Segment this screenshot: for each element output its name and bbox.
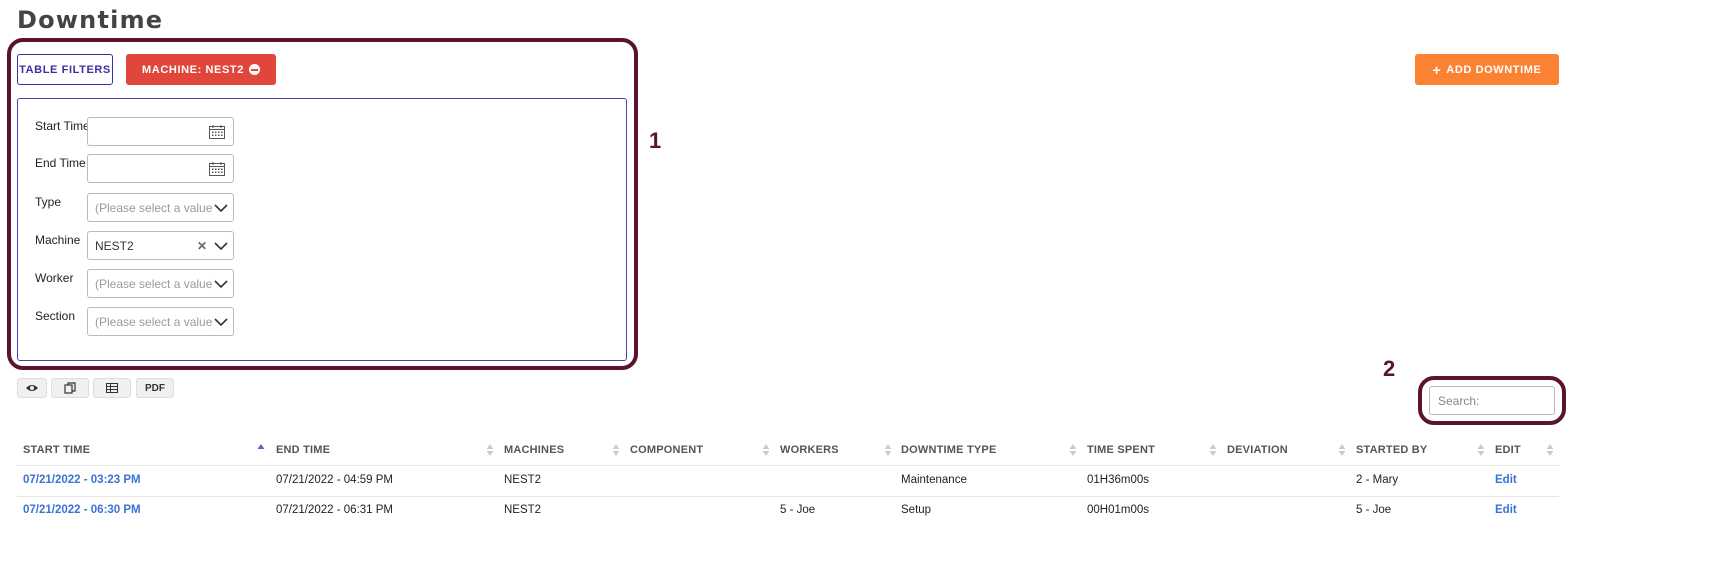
column-header-deviation[interactable]: DEVIATION xyxy=(1227,444,1288,456)
section-label: Section xyxy=(35,309,76,323)
add-downtime-label: ADD DOWNTIME xyxy=(1446,63,1542,76)
column-header-start-time[interactable]: START TIME xyxy=(23,444,90,456)
sort-arrows-icon[interactable] xyxy=(486,443,494,457)
plus-icon: + xyxy=(1432,61,1442,78)
end-time-label: End Time xyxy=(35,156,86,170)
column-header-downtime-type[interactable]: DOWNTIME TYPE xyxy=(901,444,997,456)
machine-filter-chip-label: MACHINE: NEST2 xyxy=(142,63,244,76)
row-divider xyxy=(17,496,1559,497)
minus-circle-icon[interactable] xyxy=(248,64,260,75)
table-filters-button[interactable]: TABLE FILTERS xyxy=(17,54,113,85)
row-2-downtime-type: Setup xyxy=(901,504,932,516)
column-header-component[interactable]: COMPONENT xyxy=(630,444,703,456)
type-label: Type xyxy=(35,195,62,209)
callout-number-2: 2 xyxy=(1383,356,1396,381)
row-2-time-spent: 00H01m00s xyxy=(1087,504,1150,516)
column-header-end-time[interactable]: END TIME xyxy=(276,444,330,456)
table-icon xyxy=(106,383,118,393)
row-2-end-time: 07/21/2022 - 06:31 PM xyxy=(276,504,393,516)
worker-label: Worker xyxy=(35,271,74,285)
column-header-started-by[interactable]: STARTED BY xyxy=(1356,444,1427,456)
sort-arrows-icon[interactable] xyxy=(1546,443,1554,457)
row-1-end-time: 07/21/2022 - 04:59 PM xyxy=(276,474,393,486)
chevron-down-icon[interactable] xyxy=(213,276,229,292)
row-1-start-time-link[interactable]: 07/21/2022 - 03:23 PM xyxy=(23,474,141,486)
header-divider xyxy=(17,465,1559,466)
eye-icon xyxy=(26,385,38,391)
column-visibility-button[interactable] xyxy=(17,378,47,398)
excel-export-button[interactable] xyxy=(93,378,131,398)
row-1-edit-link[interactable]: Edit xyxy=(1495,474,1517,486)
column-header-edit[interactable]: EDIT xyxy=(1495,444,1521,456)
section-select[interactable]: (Please select a value) xyxy=(87,307,234,336)
copy-button[interactable] xyxy=(51,378,89,398)
search-placeholder: Search: xyxy=(1438,393,1480,408)
sort-arrows-icon[interactable] xyxy=(1477,443,1485,457)
calendar-icon[interactable] xyxy=(209,125,225,139)
row-2-start-time-link[interactable]: 07/21/2022 - 06:30 PM xyxy=(23,504,141,516)
sort-ascending-icon[interactable] xyxy=(257,443,265,457)
machine-filter-chip[interactable]: MACHINE: NEST2 xyxy=(126,54,276,85)
chevron-down-icon[interactable] xyxy=(213,238,229,254)
page-title: Downtime xyxy=(17,6,164,34)
machine-label: Machine xyxy=(35,233,81,247)
copy-icon xyxy=(64,382,76,394)
calendar-icon[interactable] xyxy=(209,162,225,176)
row-1-started-by: 2 - Mary xyxy=(1356,474,1399,486)
machine-select[interactable]: NEST2 ✕ xyxy=(87,231,234,260)
row-1-machines: NEST2 xyxy=(504,474,542,486)
column-header-workers[interactable]: WORKERS xyxy=(780,444,839,456)
clear-x-icon[interactable]: ✕ xyxy=(197,239,207,253)
start-time-label: Start Time xyxy=(35,119,90,133)
column-header-time-spent[interactable]: TIME SPENT xyxy=(1087,444,1155,456)
worker-placeholder: (Please select a value) xyxy=(95,276,213,291)
machine-value: NEST2 xyxy=(95,238,134,253)
sort-arrows-icon[interactable] xyxy=(884,443,892,457)
type-placeholder: (Please select a value) xyxy=(95,200,213,215)
column-header-machines[interactable]: MACHINES xyxy=(504,444,564,456)
search-input[interactable]: Search: xyxy=(1429,386,1555,415)
row-2-machines: NEST2 xyxy=(504,504,542,516)
worker-select[interactable]: (Please select a value) xyxy=(87,269,234,298)
row-1-time-spent: 01H36m00s xyxy=(1087,474,1150,486)
end-time-input[interactable] xyxy=(87,154,234,183)
sort-arrows-icon[interactable] xyxy=(1338,443,1346,457)
row-1-downtime-type: Maintenance xyxy=(901,474,967,486)
section-placeholder: (Please select a value) xyxy=(95,314,213,329)
sort-arrows-icon[interactable] xyxy=(1069,443,1077,457)
type-select[interactable]: (Please select a value) xyxy=(87,193,234,222)
callout-number-1: 1 xyxy=(649,128,662,153)
sort-arrows-icon[interactable] xyxy=(762,443,770,457)
chevron-down-icon[interactable] xyxy=(213,314,229,330)
sort-arrows-icon[interactable] xyxy=(1209,443,1217,457)
add-downtime-button[interactable]: + ADD DOWNTIME xyxy=(1415,54,1559,85)
pdf-export-button[interactable]: PDF xyxy=(136,378,174,398)
chevron-down-icon[interactable] xyxy=(213,200,229,216)
row-2-started-by: 5 - Joe xyxy=(1356,504,1392,516)
sort-arrows-icon[interactable] xyxy=(612,443,620,457)
start-time-input[interactable] xyxy=(87,117,234,146)
row-2-workers: 5 - Joe xyxy=(780,504,816,516)
row-2-edit-link[interactable]: Edit xyxy=(1495,504,1517,516)
